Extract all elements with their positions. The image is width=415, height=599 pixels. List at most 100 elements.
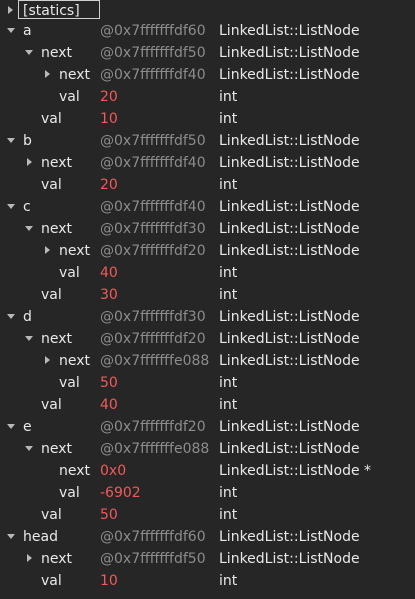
tree-row-statics[interactable]: [statics] xyxy=(0,0,415,22)
variable-value: @0x7fffffffe088 xyxy=(100,353,210,369)
collapse-arrow-icon[interactable] xyxy=(7,204,15,209)
variable-name: e xyxy=(23,419,32,435)
variable-value: @0x7fffffffdf60 xyxy=(100,23,206,39)
variable-value: 30 xyxy=(100,287,118,303)
tree-row-c-val[interactable]: val 30 int xyxy=(0,284,415,306)
collapse-arrow-icon[interactable] xyxy=(7,534,15,539)
variable-name: c xyxy=(23,199,31,215)
expand-arrow-icon[interactable] xyxy=(45,70,50,78)
variable-name: a xyxy=(23,23,32,39)
tree-row-a[interactable]: a @0x7fffffffdf60 LinkedList::ListNode xyxy=(0,20,415,42)
variable-type: LinkedList::ListNode xyxy=(219,551,360,567)
variable-value: -6902 xyxy=(100,485,141,501)
variable-type: LinkedList::ListNode * xyxy=(219,463,372,479)
variable-type: LinkedList::ListNode xyxy=(219,221,360,237)
variable-name: next xyxy=(59,463,91,479)
variable-type: LinkedList::ListNode xyxy=(219,441,360,457)
tree-row-e-next-val[interactable]: val -6902 int xyxy=(0,482,415,504)
variable-type: int xyxy=(219,265,238,281)
tree-row-d-next[interactable]: next @0x7fffffffdf20 LinkedList::ListNod… xyxy=(0,328,415,350)
tree-row-a-next[interactable]: next @0x7fffffffdf50 LinkedList::ListNod… xyxy=(0,42,415,64)
variable-name: val xyxy=(41,397,62,413)
variable-name: val xyxy=(59,485,80,501)
tree-row-e-val[interactable]: val 50 int xyxy=(0,504,415,526)
tree-row-e-next-next[interactable]: next 0x0 LinkedList::ListNode * xyxy=(0,460,415,482)
tree-row-b-next[interactable]: next @0x7fffffffdf40 LinkedList::ListNod… xyxy=(0,152,415,174)
expand-arrow-icon[interactable] xyxy=(45,356,50,364)
collapse-arrow-icon[interactable] xyxy=(25,226,33,231)
expand-arrow-icon[interactable] xyxy=(27,554,32,562)
variable-value: 10 xyxy=(100,111,118,127)
collapse-arrow-icon[interactable] xyxy=(25,336,33,341)
variable-type: int xyxy=(219,397,238,413)
tree-row-d-next-val[interactable]: val 50 int xyxy=(0,372,415,394)
variable-type: LinkedList::ListNode xyxy=(219,133,360,149)
variable-type: LinkedList::ListNode xyxy=(219,331,360,347)
tree-row-c-next[interactable]: next @0x7fffffffdf30 LinkedList::ListNod… xyxy=(0,218,415,240)
variable-name: next xyxy=(59,67,91,83)
variable-name: val xyxy=(41,573,62,589)
variable-name: val xyxy=(59,375,80,391)
variable-value: 0x0 xyxy=(100,463,127,479)
variable-value: @0x7fffffffdf50 xyxy=(100,45,206,61)
variable-value: 40 xyxy=(100,397,118,413)
tree-row-a-next-val[interactable]: val 20 int xyxy=(0,86,415,108)
variable-value: @0x7fffffffdf30 xyxy=(100,309,206,325)
tree-row-e[interactable]: e @0x7fffffffdf20 LinkedList::ListNode xyxy=(0,416,415,438)
locals-tree-view: [statics] a @0x7fffffffdf60 LinkedList::… xyxy=(0,0,415,599)
variable-type: LinkedList::ListNode xyxy=(219,155,360,171)
variable-value: @0x7fffffffdf40 xyxy=(100,67,206,83)
variable-name: next xyxy=(41,331,73,347)
variable-value: @0x7fffffffdf30 xyxy=(100,221,206,237)
expand-arrow-icon[interactable] xyxy=(27,158,32,166)
variable-type: LinkedList::ListNode xyxy=(219,529,360,545)
variable-type: LinkedList::ListNode xyxy=(219,309,360,325)
variable-type: LinkedList::ListNode xyxy=(219,243,360,259)
variable-name: val xyxy=(41,507,62,523)
variable-value: 50 xyxy=(100,507,118,523)
tree-row-d-next-next[interactable]: next @0x7fffffffe088 LinkedList::ListNod… xyxy=(0,350,415,372)
variable-name: next xyxy=(41,221,73,237)
tree-row-b[interactable]: b @0x7fffffffdf50 LinkedList::ListNode xyxy=(0,130,415,152)
variable-type: LinkedList::ListNode xyxy=(219,23,360,39)
tree-row-a-val[interactable]: val 10 int xyxy=(0,108,415,130)
expand-arrow-icon[interactable] xyxy=(45,246,50,254)
variable-name: val xyxy=(59,265,80,281)
tree-row-head[interactable]: head @0x7fffffffdf60 LinkedList::ListNod… xyxy=(0,526,415,548)
variable-name: next xyxy=(41,45,73,61)
tree-row-a-next-next[interactable]: next @0x7fffffffdf40 LinkedList::ListNod… xyxy=(0,64,415,86)
tree-row-b-val[interactable]: val 20 int xyxy=(0,174,415,196)
expand-arrow-icon[interactable] xyxy=(8,6,13,14)
tree-row-label: [statics] xyxy=(23,3,80,19)
collapse-arrow-icon[interactable] xyxy=(25,50,33,55)
tree-row-c-next-next[interactable]: next @0x7fffffffdf20 LinkedList::ListNod… xyxy=(0,240,415,262)
collapse-arrow-icon[interactable] xyxy=(7,314,15,319)
tree-row-c[interactable]: c @0x7fffffffdf40 LinkedList::ListNode xyxy=(0,196,415,218)
tree-row-d-val[interactable]: val 40 int xyxy=(0,394,415,416)
collapse-arrow-icon[interactable] xyxy=(7,424,15,429)
tree-row-e-next[interactable]: next @0x7fffffffe088 LinkedList::ListNod… xyxy=(0,438,415,460)
variable-type: int xyxy=(219,507,238,523)
variable-name: val xyxy=(41,287,62,303)
variable-value: @0x7fffffffdf20 xyxy=(100,331,206,347)
tree-row-d[interactable]: d @0x7fffffffdf30 LinkedList::ListNode xyxy=(0,306,415,328)
tree-row-c-next-val[interactable]: val 40 int xyxy=(0,262,415,284)
variable-name: val xyxy=(41,111,62,127)
variable-type: LinkedList::ListNode xyxy=(219,45,360,61)
variable-type: LinkedList::ListNode xyxy=(219,67,360,83)
tree-row-head-val[interactable]: val 10 int xyxy=(0,570,415,592)
variable-name: next xyxy=(59,353,91,369)
variable-type: int xyxy=(219,485,238,501)
collapse-arrow-icon[interactable] xyxy=(7,138,15,143)
tree-row-head-next[interactable]: next @0x7fffffffdf50 LinkedList::ListNod… xyxy=(0,548,415,570)
variable-name: next xyxy=(41,551,73,567)
collapse-arrow-icon[interactable] xyxy=(25,446,33,451)
variable-type: int xyxy=(219,89,238,105)
variable-value: @0x7fffffffdf20 xyxy=(100,243,206,259)
collapse-arrow-icon[interactable] xyxy=(7,28,15,33)
variable-name: next xyxy=(41,441,73,457)
variable-type: LinkedList::ListNode xyxy=(219,353,360,369)
variable-value: @0x7fffffffdf50 xyxy=(100,551,206,567)
variable-type: int xyxy=(219,375,238,391)
variable-type: LinkedList::ListNode xyxy=(219,419,360,435)
